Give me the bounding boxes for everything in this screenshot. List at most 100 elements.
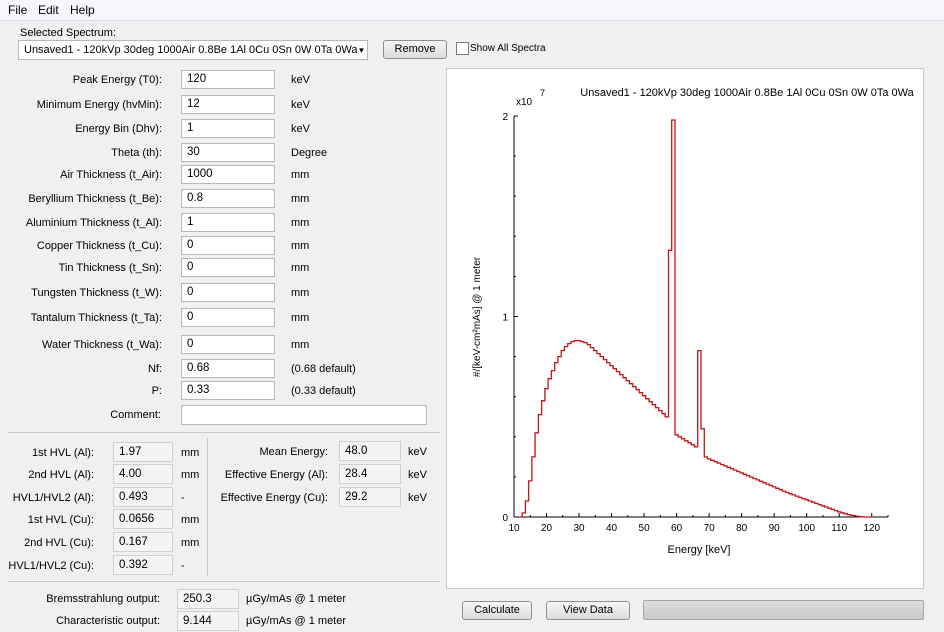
parameter-label: Nf:	[147, 363, 162, 375]
parameter-label: Copper Thickness (t_Cu):	[36, 240, 162, 252]
hvl-unit: mm	[181, 447, 200, 459]
output-unit: µGy/mAs @ 1 meter	[246, 593, 347, 605]
parameter-unit: (0.68 default)	[291, 363, 356, 375]
parameter-input[interactable]: 0	[181, 335, 275, 354]
output-label: Characteristic output:	[56, 615, 160, 627]
x-tick-label: 60	[671, 523, 683, 534]
selected-spectrum-label: Selected Spectrum:	[20, 27, 116, 39]
parameter-label: Energy Bin (Dhv):	[75, 123, 162, 135]
hvl-unit: -	[181, 492, 185, 504]
parameter-unit: mm	[291, 262, 310, 274]
parameter-input[interactable]: 0	[181, 308, 275, 327]
hvl-value: 0.0656	[113, 509, 173, 529]
parameter-input[interactable]: 0.68	[181, 359, 275, 378]
energy-value: 48.0	[339, 441, 401, 461]
progress-bar	[643, 600, 924, 620]
comment-input[interactable]	[181, 405, 427, 425]
parameter-label: Tungsten Thickness (t_W):	[31, 287, 162, 299]
hvl-value: 0.167	[113, 532, 173, 552]
energy-unit: keV	[408, 446, 427, 458]
energy-unit: keV	[408, 469, 427, 481]
output-label: Bremsstrahlung output:	[46, 593, 160, 605]
parameter-unit: (0.33 default)	[291, 385, 356, 397]
parameter-input[interactable]: 0.8	[181, 189, 275, 208]
spectrum-select-value: Unsaved1 - 120kVp 30deg 1000Air 0.8Be 1A…	[24, 43, 358, 56]
x-tick-label: 30	[573, 523, 585, 534]
parameter-label: P:	[151, 385, 162, 397]
parameter-input[interactable]: 1	[181, 213, 275, 232]
energy-value: 29.2	[339, 487, 401, 507]
parameter-unit: keV	[291, 123, 310, 135]
hvl-value: 1.97	[113, 442, 173, 462]
x-tick-label: 100	[798, 523, 815, 534]
parameter-unit: Degree	[291, 147, 328, 159]
parameter-unit: mm	[291, 312, 310, 324]
parameter-unit: mm	[291, 217, 310, 229]
parameter-input[interactable]: 1	[181, 119, 275, 138]
hvl-label: HVL1/HVL2 (Cu):	[8, 560, 94, 572]
x-tick-label: 90	[769, 523, 781, 534]
calculate-button[interactable]: Calculate	[462, 601, 532, 620]
divider	[8, 581, 440, 582]
hvl-value: 0.392	[113, 555, 173, 575]
x-tick-label: 80	[736, 523, 748, 534]
output-value: 9.144	[177, 611, 239, 631]
parameter-label: Peak Energy (T0):	[72, 74, 162, 86]
hvl-unit: mm	[181, 469, 200, 481]
x-tick-label: 20	[541, 523, 553, 534]
x-tick-label: 110	[831, 523, 847, 534]
menu-file[interactable]: File	[8, 3, 27, 17]
x-tick-label: 50	[639, 523, 651, 534]
spectrum-line	[518, 119, 874, 518]
parameter-unit: mm	[291, 240, 310, 252]
chart-exponent-label: x10	[516, 97, 533, 108]
divider	[207, 438, 208, 576]
energy-unit: keV	[408, 492, 427, 504]
hvl-label: 2nd HVL (Cu):	[24, 537, 94, 549]
chart-exponent-value: 7	[540, 88, 545, 98]
parameter-unit: keV	[291, 74, 310, 86]
show-all-checkbox[interactable]	[456, 42, 469, 55]
parameter-unit: mm	[291, 193, 310, 205]
parameter-label: Theta (th):	[111, 147, 162, 159]
spectrum-plot-panel: 10 20 30 40 50 60 70 80 90 100 110 120 0 1 2 Unsaved1 …	[446, 68, 924, 589]
hvl-value: 4.00	[113, 464, 173, 484]
parameter-label: Beryllium Thickness (t_Be):	[28, 193, 162, 205]
hvl-label: 1st HVL (Al):	[32, 447, 94, 459]
hvl-unit: mm	[181, 514, 200, 526]
parameter-input[interactable]: 0.33	[181, 381, 275, 400]
parameter-input[interactable]: 0	[181, 236, 275, 255]
parameter-unit: mm	[291, 169, 310, 181]
parameter-label: Tin Thickness (t_Sn):	[58, 262, 162, 274]
parameter-input[interactable]: 120	[181, 70, 275, 89]
x-tick-label: 120	[863, 523, 880, 534]
output-unit: µGy/mAs @ 1 meter	[246, 615, 347, 627]
divider	[8, 432, 440, 433]
parameter-input[interactable]: 0	[181, 283, 275, 302]
parameter-input[interactable]: 30	[181, 143, 275, 162]
energy-value: 28.4	[339, 464, 401, 484]
show-all-label: Show All Spectra	[470, 43, 546, 54]
parameter-label: Aluminium Thickness (t_Al):	[25, 217, 162, 229]
menu-edit[interactable]: Edit	[38, 3, 59, 17]
spectrum-select[interactable]: Unsaved1 - 120kVp 30deg 1000Air 0.8Be 1A…	[18, 40, 368, 60]
chart-y-axis-label: #/[keV-cm²mAs] @ 1 meter	[472, 256, 483, 377]
remove-button[interactable]: Remove	[383, 40, 447, 59]
energy-label: Effective Energy (Cu):	[220, 492, 328, 504]
parameter-input[interactable]: 1000	[181, 165, 275, 184]
y-tick-label: 0	[502, 513, 508, 524]
chart-title: Unsaved1 - 120kVp 30deg 1000Air 0.8Be 1A…	[580, 87, 914, 99]
parameter-unit: mm	[291, 287, 310, 299]
x-tick-label: 40	[606, 523, 618, 534]
chevron-down-icon: ▼	[357, 45, 366, 55]
view-data-button[interactable]: View Data	[546, 601, 630, 620]
hvl-label: HVL1/HVL2 (Al):	[12, 492, 94, 504]
energy-label: Mean Energy:	[259, 446, 328, 458]
parameter-input[interactable]: 12	[181, 95, 275, 114]
parameter-input[interactable]: 0	[181, 258, 275, 277]
menu-help[interactable]: Help	[70, 3, 95, 17]
hvl-unit: -	[181, 560, 185, 572]
y-tick-label: 2	[502, 112, 508, 123]
y-tick-label: 1	[502, 313, 508, 324]
parameter-unit: mm	[291, 339, 310, 351]
